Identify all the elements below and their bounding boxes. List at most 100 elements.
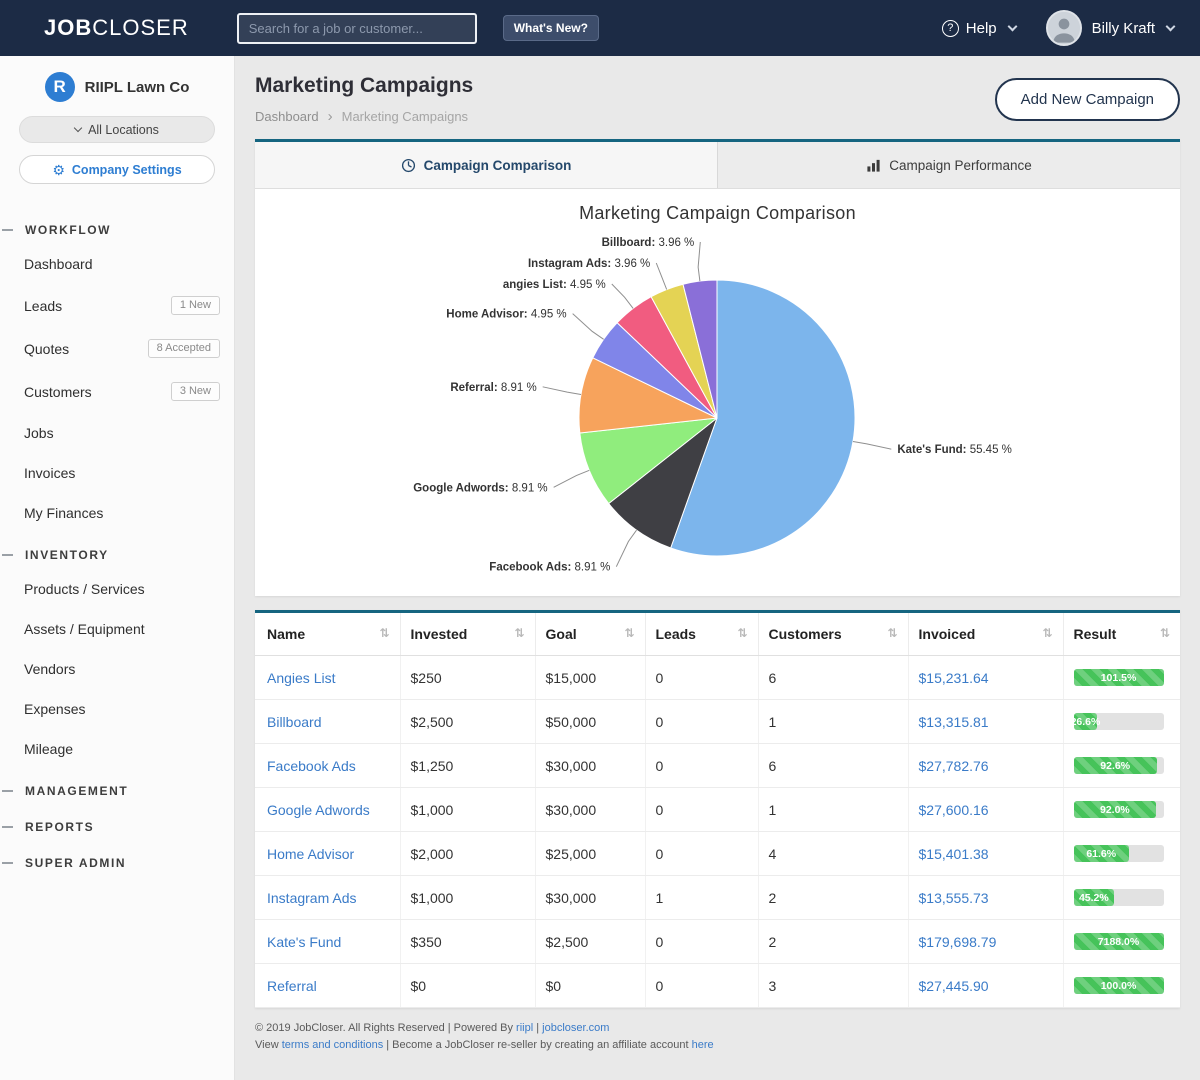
- tab-label: Campaign Comparison: [424, 158, 572, 173]
- sort-icon[interactable]: ⇅: [887, 626, 897, 640]
- campaign-link[interactable]: Referral: [267, 978, 317, 994]
- company-settings-button[interactable]: ⚙ Company Settings: [19, 155, 215, 184]
- tab-campaign-performance[interactable]: Campaign Performance: [718, 142, 1180, 188]
- cell-goal: $30,000: [535, 788, 645, 832]
- invoiced-link[interactable]: $13,315.81: [919, 714, 989, 730]
- logo-text-bold: JOB: [44, 15, 92, 40]
- column-header-goal[interactable]: Goal⇅: [535, 613, 645, 656]
- sidebar-item-products-services[interactable]: Products / Services: [0, 569, 234, 609]
- sidebar-item-label: Products / Services: [24, 581, 220, 597]
- sidebar-item-vendors[interactable]: Vendors: [0, 649, 234, 689]
- chart-title: Marketing Campaign Comparison: [255, 203, 1180, 224]
- sidebar-item-invoices[interactable]: Invoices: [0, 453, 234, 493]
- sort-icon[interactable]: ⇅: [1160, 626, 1170, 640]
- sidebar-item-quotes[interactable]: Quotes8 Accepted: [0, 327, 234, 370]
- campaign-link[interactable]: Billboard: [267, 714, 321, 730]
- sort-icon[interactable]: ⇅: [737, 626, 747, 640]
- progress-track: 101.5%: [1074, 669, 1164, 686]
- sort-icon[interactable]: ⇅: [514, 626, 524, 640]
- progress-label: 7188.0%: [1098, 936, 1139, 948]
- invoiced-link[interactable]: $27,445.90: [919, 978, 989, 994]
- progress-track: 92.6%: [1074, 757, 1164, 774]
- column-header-invested[interactable]: Invested⇅: [400, 613, 535, 656]
- affiliate-link[interactable]: here: [692, 1039, 714, 1051]
- invoiced-link[interactable]: $179,698.79: [919, 934, 997, 950]
- sidebar-item-leads[interactable]: Leads1 New: [0, 284, 234, 327]
- cell-goal: $50,000: [535, 700, 645, 744]
- whats-new-button[interactable]: What's New?: [503, 15, 599, 41]
- avatar[interactable]: [1046, 10, 1082, 46]
- riipl-link[interactable]: riipl: [516, 1022, 533, 1034]
- sidebar-section-inventory[interactable]: INVENTORY: [0, 533, 234, 569]
- pie-clock-icon: [401, 158, 416, 173]
- invoiced-link[interactable]: $15,231.64: [919, 670, 989, 686]
- footer-view-text: View: [255, 1039, 282, 1051]
- invoiced-link[interactable]: $27,782.76: [919, 758, 989, 774]
- cell-invoiced: $13,555.73: [908, 876, 1063, 920]
- footer-line-2: View terms and conditions | Become a Job…: [255, 1037, 1180, 1054]
- cell-goal: $0: [535, 964, 645, 1008]
- help-circle-icon: ?: [942, 20, 959, 37]
- invoiced-link[interactable]: $13,555.73: [919, 890, 989, 906]
- invoiced-link[interactable]: $15,401.38: [919, 846, 989, 862]
- invoiced-link[interactable]: $27,600.16: [919, 802, 989, 818]
- label-connector: [656, 263, 666, 290]
- terms-link[interactable]: terms and conditions: [282, 1039, 384, 1051]
- sidebar-item-my-finances[interactable]: My Finances: [0, 493, 234, 533]
- column-header-name[interactable]: Name⇅: [255, 613, 400, 656]
- breadcrumb-dashboard[interactable]: Dashboard: [255, 109, 319, 124]
- column-label: Customers: [769, 626, 842, 642]
- jobcloser-link[interactable]: jobcloser.com: [542, 1022, 609, 1034]
- cell-result: 61.6%: [1063, 832, 1180, 876]
- column-header-customers[interactable]: Customers ⇅: [758, 613, 908, 656]
- sidebar-item-customers[interactable]: Customers3 New: [0, 370, 234, 413]
- sidebar-item-expenses[interactable]: Expenses: [0, 689, 234, 729]
- company-avatar: R: [45, 72, 75, 102]
- sidebar-item-jobs[interactable]: Jobs: [0, 413, 234, 453]
- breadcrumb-separator: ›: [328, 108, 333, 125]
- label-connector: [573, 314, 604, 340]
- help-menu[interactable]: ? Help: [942, 20, 1016, 37]
- app-logo[interactable]: JOBCLOSER: [44, 15, 189, 41]
- user-name[interactable]: Billy Kraft: [1092, 20, 1155, 37]
- campaign-link[interactable]: Instagram Ads: [267, 890, 357, 906]
- sidebar-item-label: Customers: [24, 384, 171, 400]
- column-header-invoiced[interactable]: Invoiced ⇅: [908, 613, 1063, 656]
- add-new-campaign-button[interactable]: Add New Campaign: [995, 78, 1180, 121]
- column-header-result[interactable]: Result⇅: [1063, 613, 1180, 656]
- table-row: Referral$0$003$27,445.90100.0%: [255, 964, 1180, 1008]
- sidebar-item-assets-equipment[interactable]: Assets / Equipment: [0, 609, 234, 649]
- sidebar-item-mileage[interactable]: Mileage: [0, 729, 234, 769]
- sort-icon[interactable]: ⇅: [1042, 626, 1052, 640]
- progress-track: 100.0%: [1074, 977, 1164, 994]
- tab-campaign-comparison[interactable]: Campaign Comparison: [255, 142, 718, 188]
- column-header-leads[interactable]: Leads⇅: [645, 613, 758, 656]
- sidebar-section-reports[interactable]: REPORTS: [0, 805, 234, 841]
- chevron-down-icon: [1166, 21, 1176, 31]
- campaign-link[interactable]: Home Advisor: [267, 846, 354, 862]
- sort-icon[interactable]: ⇅: [379, 626, 389, 640]
- pie-label: angies List: 4.95 %: [503, 279, 606, 291]
- cell-invested: $2,000: [400, 832, 535, 876]
- progress-track: 26.6%: [1074, 713, 1164, 730]
- campaign-link[interactable]: Google Adwords: [267, 802, 370, 818]
- cell-result: 101.5%: [1063, 656, 1180, 700]
- pie-label: Facebook Ads: 8.91 %: [489, 562, 610, 574]
- sidebar-section-super-admin[interactable]: SUPER ADMIN: [0, 841, 234, 877]
- sort-icon[interactable]: ⇅: [624, 626, 634, 640]
- sidebar-section-workflow[interactable]: WORKFLOW: [0, 208, 234, 244]
- campaign-link[interactable]: Kate's Fund: [267, 934, 341, 950]
- cell-leads: 0: [645, 920, 758, 964]
- campaign-link[interactable]: Angies List: [267, 670, 335, 686]
- help-label: Help: [966, 20, 997, 37]
- search-input[interactable]: [237, 13, 477, 44]
- chart-body: Marketing Campaign Comparison Kate's Fun…: [255, 189, 1180, 596]
- locations-dropdown[interactable]: All Locations: [19, 116, 215, 143]
- cell-result: 45.2%: [1063, 876, 1180, 920]
- column-label: Invoiced: [919, 626, 976, 642]
- locations-label: All Locations: [88, 123, 159, 137]
- sidebar-section-management[interactable]: MANAGEMENT: [0, 769, 234, 805]
- cell-invoiced: $15,231.64: [908, 656, 1063, 700]
- campaign-link[interactable]: Facebook Ads: [267, 758, 356, 774]
- sidebar-item-dashboard[interactable]: Dashboard: [0, 244, 234, 284]
